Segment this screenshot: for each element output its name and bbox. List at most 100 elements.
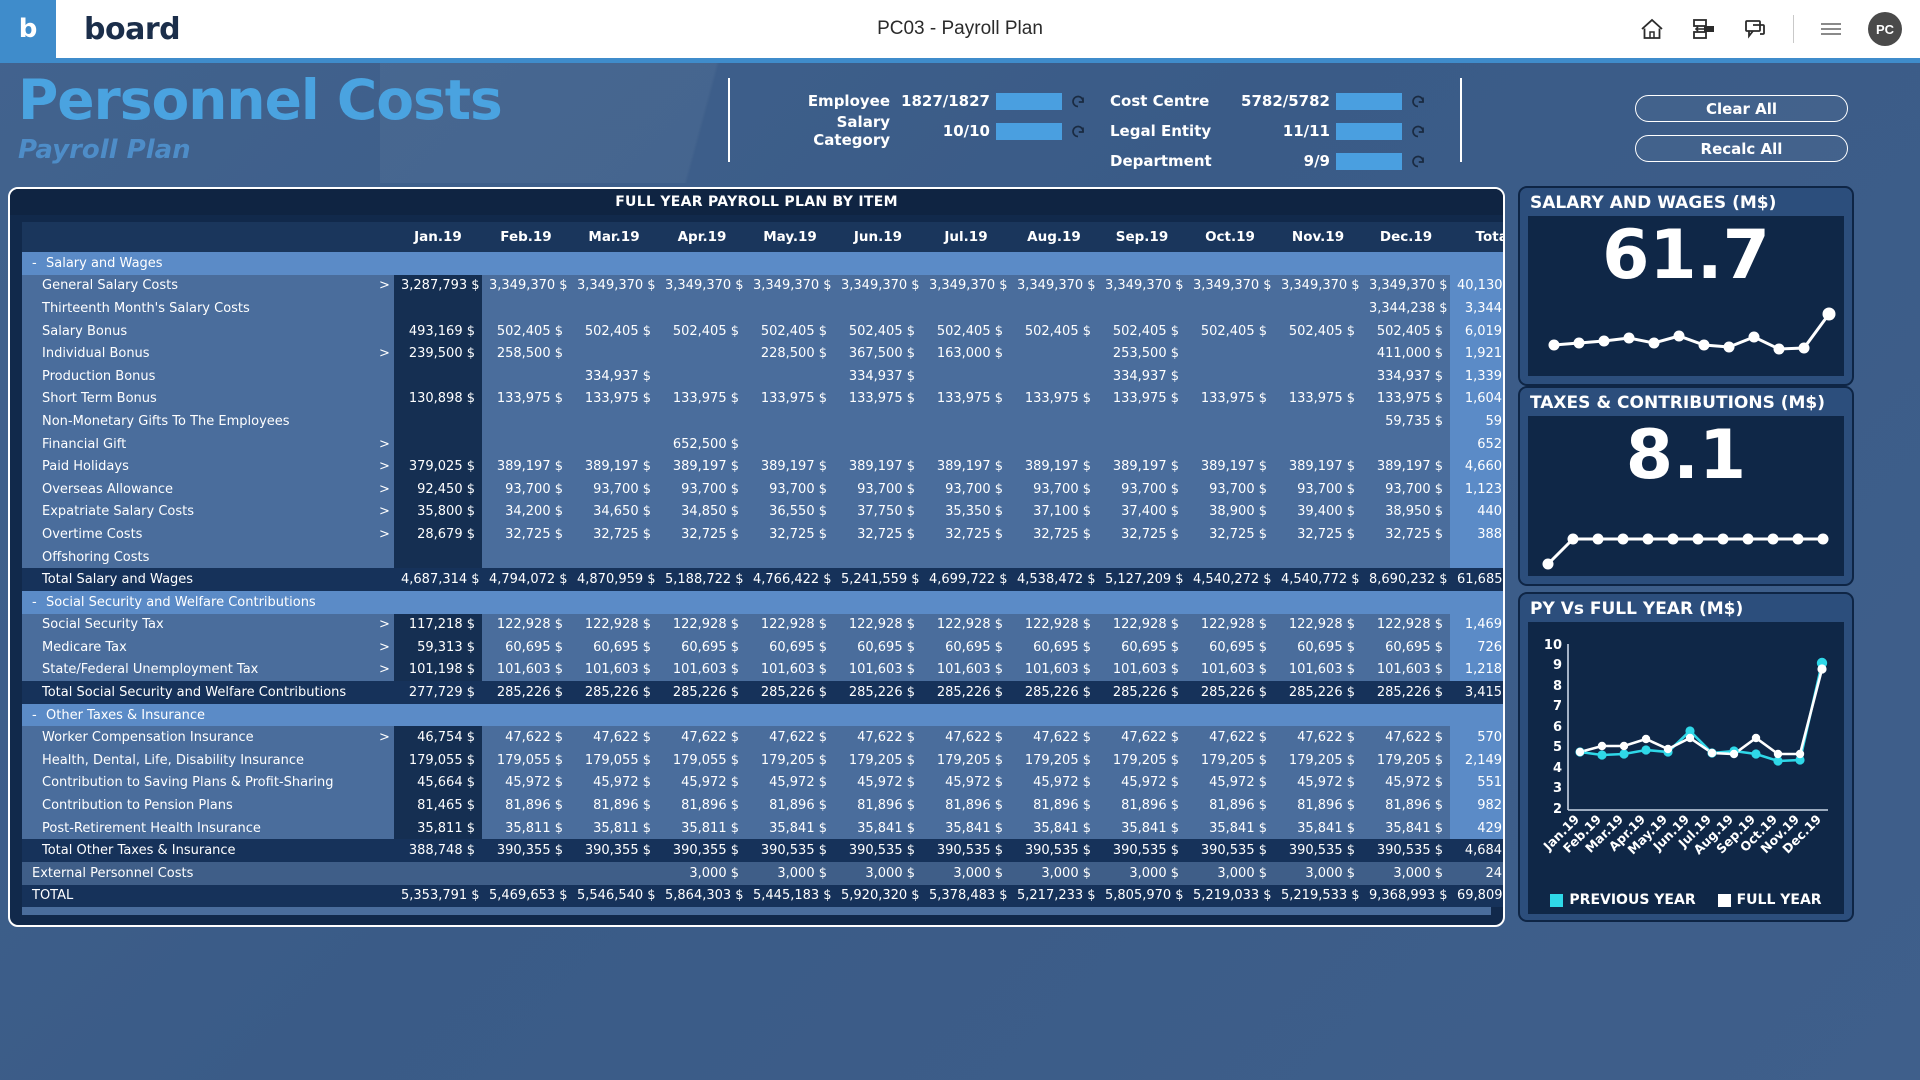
cell-month-6[interactable]: 101,603 $ (834, 659, 922, 682)
cell-month-5[interactable] (746, 546, 834, 569)
cell-month-1[interactable] (394, 433, 482, 456)
cell-month-4[interactable]: 60,695 $ (658, 636, 746, 659)
cell-month-10[interactable]: 47,622 $ (1186, 726, 1274, 749)
cell-month-10[interactable]: 390,535 $ (1186, 839, 1274, 862)
cell-total[interactable]: 429,972 (1450, 817, 1505, 840)
selector-bar[interactable] (1336, 153, 1402, 170)
row-label[interactable]: -Salary and Wages (22, 252, 372, 275)
cell-month-1[interactable]: 28,679 $ (394, 523, 482, 546)
row-label[interactable]: Contribution to Pension Plans (22, 794, 372, 817)
cell-total[interactable]: 59,735 (1450, 410, 1505, 433)
cell-month-6[interactable]: 3,000 $ (834, 862, 922, 885)
cell-month-6[interactable]: 122,928 $ (834, 614, 922, 637)
cell-month-2[interactable] (482, 704, 570, 727)
cell-month-9[interactable]: 37,400 $ (1098, 501, 1186, 524)
cell-month-10[interactable] (1186, 591, 1274, 614)
cell-month-4[interactable]: 122,928 $ (658, 614, 746, 637)
cell-month-6[interactable]: 81,896 $ (834, 794, 922, 817)
cell-month-10[interactable]: 101,603 $ (1186, 659, 1274, 682)
cell-month-10[interactable] (1186, 410, 1274, 433)
cell-month-11[interactable]: 45,972 $ (1274, 772, 1362, 795)
cell-month-2[interactable] (482, 862, 570, 885)
cell-month-12[interactable]: 35,841 $ (1362, 817, 1450, 840)
cell-month-5[interactable]: 47,622 $ (746, 726, 834, 749)
cell-month-9[interactable]: 179,205 $ (1098, 749, 1186, 772)
cell-month-12[interactable]: 122,928 $ (1362, 614, 1450, 637)
table-header-feb-19[interactable]: Feb.19 (482, 222, 570, 252)
legend-item-previous-year[interactable]: PREVIOUS YEAR (1550, 892, 1695, 908)
cell-month-6[interactable]: 389,197 $ (834, 455, 922, 478)
cell-month-8[interactable]: 101,603 $ (1010, 659, 1098, 682)
cell-month-1[interactable]: 4,687,314 $ (394, 568, 482, 591)
cell-month-11[interactable]: 93,700 $ (1274, 478, 1362, 501)
cell-month-3[interactable]: 3,349,370 $ (570, 275, 658, 298)
cell-month-12[interactable]: 8,690,232 $ (1362, 568, 1450, 591)
cell-month-4[interactable] (658, 591, 746, 614)
cell-month-9[interactable]: 390,535 $ (1098, 839, 1186, 862)
row-label[interactable]: External Personnel Costs (22, 862, 372, 885)
cell-month-1[interactable]: 35,811 $ (394, 817, 482, 840)
cell-month-12[interactable] (1362, 433, 1450, 456)
cell-month-12[interactable]: 45,972 $ (1362, 772, 1450, 795)
cell-month-7[interactable]: 101,603 $ (922, 659, 1010, 682)
cell-month-5[interactable]: 36,550 $ (746, 501, 834, 524)
cell-month-4[interactable]: 179,055 $ (658, 749, 746, 772)
cell-month-7[interactable]: 35,350 $ (922, 501, 1010, 524)
row-label[interactable]: Overseas Allowance (22, 478, 372, 501)
cell-month-3[interactable]: 101,603 $ (570, 659, 658, 682)
avatar[interactable]: PC (1868, 12, 1902, 46)
cell-month-1[interactable]: 3,287,793 $ (394, 275, 482, 298)
cell-month-2[interactable] (482, 297, 570, 320)
cell-month-2[interactable]: 122,928 $ (482, 614, 570, 637)
cell-month-4[interactable]: 32,725 $ (658, 523, 746, 546)
reset-icon[interactable] (1410, 153, 1426, 169)
cell-month-7[interactable]: 60,695 $ (922, 636, 1010, 659)
cell-month-5[interactable]: 81,896 $ (746, 794, 834, 817)
cell-month-1[interactable]: 117,218 $ (394, 614, 482, 637)
cell-month-5[interactable]: 389,197 $ (746, 455, 834, 478)
cell-month-7[interactable]: 122,928 $ (922, 614, 1010, 637)
row-expand-icon[interactable]: > (372, 342, 394, 365)
cell-month-4[interactable]: 3,349,370 $ (658, 275, 746, 298)
table-header-apr-19[interactable]: Apr.19 (658, 222, 746, 252)
cell-month-1[interactable]: 46,754 $ (394, 726, 482, 749)
selector-cost-centre[interactable]: Cost Centre 5782/5782 (1110, 86, 1426, 116)
cell-month-1[interactable]: 239,500 $ (394, 342, 482, 365)
cell-month-11[interactable]: 60,695 $ (1274, 636, 1362, 659)
cell-month-6[interactable]: 367,500 $ (834, 342, 922, 365)
row-label[interactable]: Offshoring Costs (22, 546, 372, 569)
cell-month-7[interactable] (922, 591, 1010, 614)
table-row[interactable]: Total Social Security and Welfare Contri… (22, 681, 1505, 704)
table-header-total[interactable]: Total (1450, 222, 1505, 252)
table-header-may-19[interactable]: May.19 (746, 222, 834, 252)
row-label[interactable]: Production Bonus (22, 365, 372, 388)
cell-month-6[interactable] (834, 410, 922, 433)
cell-month-3[interactable] (570, 410, 658, 433)
cell-month-5[interactable]: 93,700 $ (746, 478, 834, 501)
cell-month-5[interactable] (746, 252, 834, 275)
collapse-toggle-icon[interactable]: - (32, 708, 46, 723)
cell-month-8[interactable]: 60,695 $ (1010, 636, 1098, 659)
cell-month-10[interactable]: 133,975 $ (1186, 388, 1274, 411)
cell-month-2[interactable] (482, 365, 570, 388)
table-row[interactable]: Health, Dental, Life, Disability Insuran… (22, 749, 1505, 772)
row-label[interactable]: Salary Bonus (22, 320, 372, 343)
table-row[interactable]: Contribution to Pension Plans81,465 $81,… (22, 794, 1505, 817)
cell-month-11[interactable] (1274, 252, 1362, 275)
table-row[interactable]: TOTAL5,353,791 $5,469,653 $5,546,540 $5,… (22, 885, 1505, 908)
cell-month-4[interactable]: 34,850 $ (658, 501, 746, 524)
row-expand-icon[interactable]: > (372, 455, 394, 478)
cell-month-4[interactable]: 5,864,303 $ (658, 885, 746, 908)
cell-month-2[interactable]: 4,794,072 $ (482, 568, 570, 591)
cell-month-10[interactable] (1186, 433, 1274, 456)
cell-month-9[interactable]: 45,972 $ (1098, 772, 1186, 795)
cell-month-1[interactable] (394, 704, 482, 727)
selector-legal-entity[interactable]: Legal Entity 11/11 (1110, 116, 1426, 146)
cell-month-5[interactable]: 4,766,422 $ (746, 568, 834, 591)
cell-month-5[interactable]: 3,349,370 $ (746, 275, 834, 298)
cell-month-3[interactable] (570, 591, 658, 614)
cell-month-1[interactable]: 45,664 $ (394, 772, 482, 795)
cell-month-12[interactable]: 93,700 $ (1362, 478, 1450, 501)
cell-month-10[interactable]: 32,725 $ (1186, 523, 1274, 546)
row-label[interactable]: Individual Bonus (22, 342, 372, 365)
